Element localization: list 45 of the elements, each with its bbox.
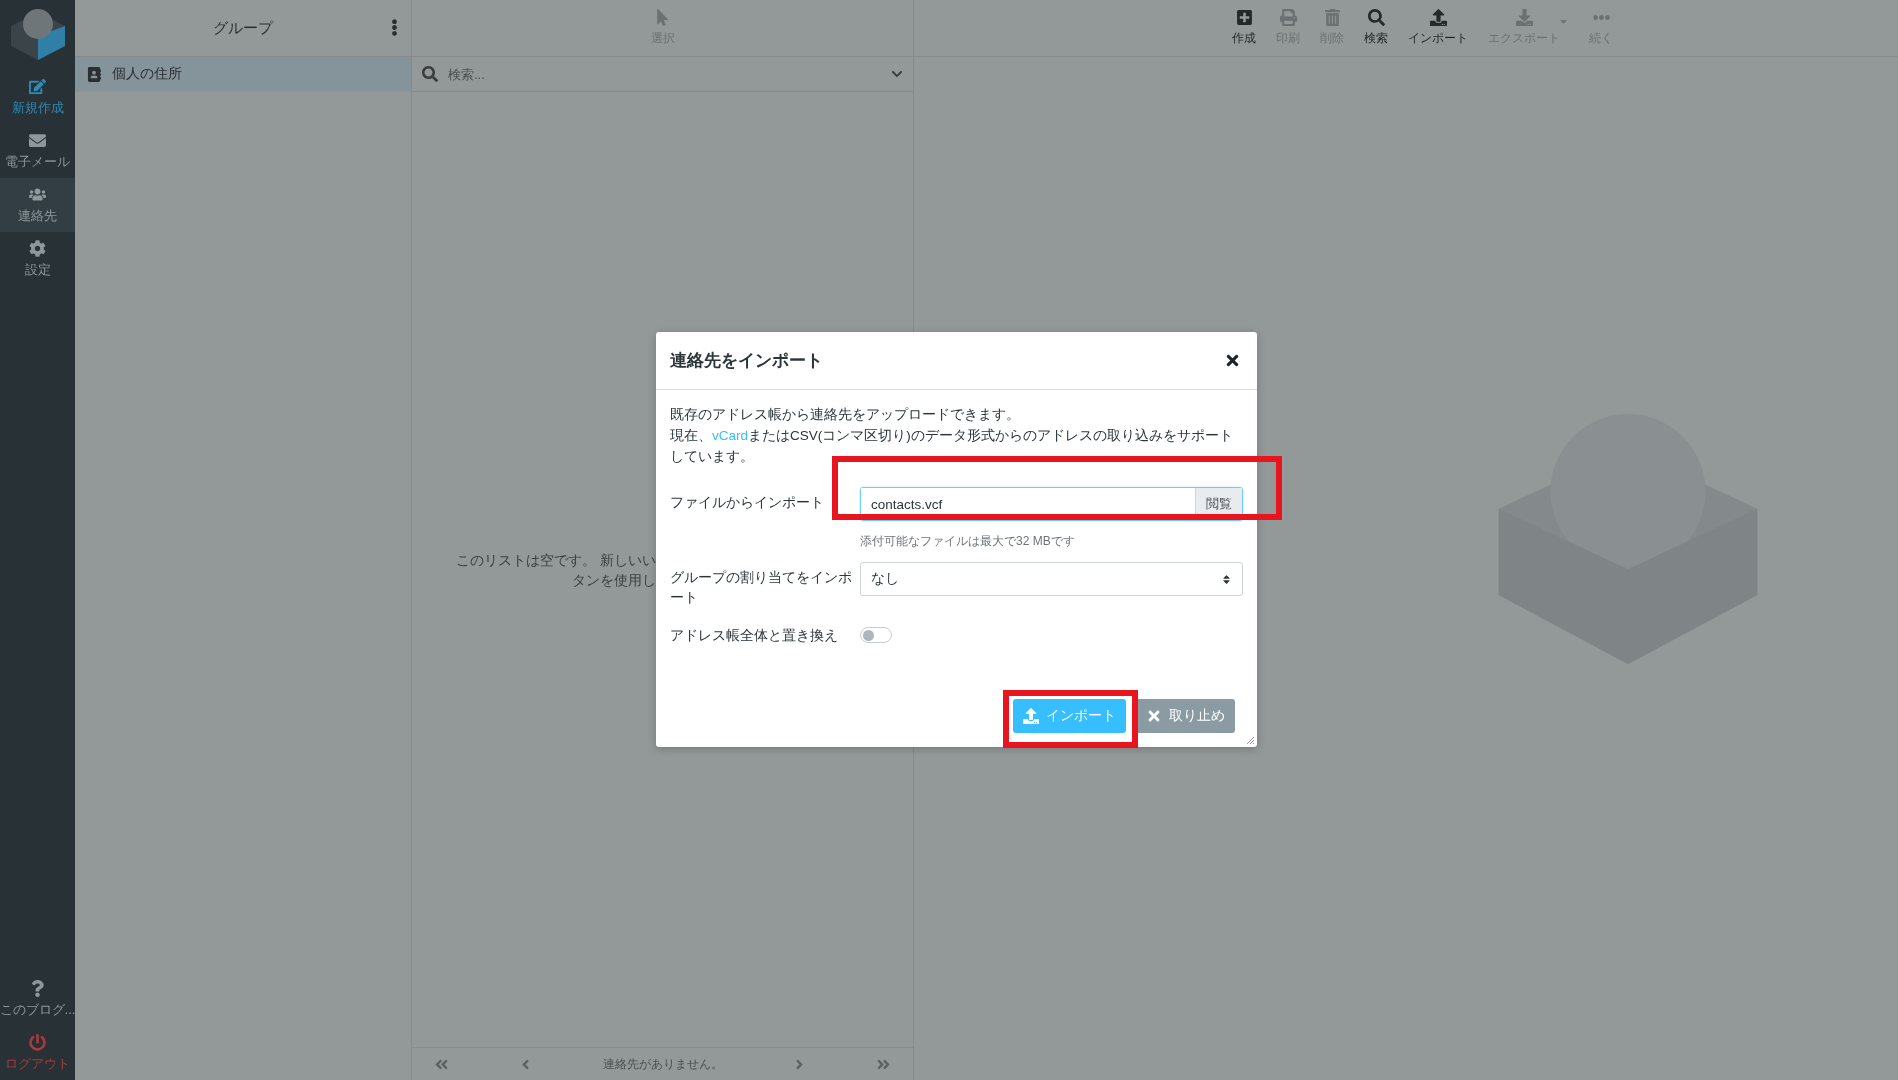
toolbar-button[interactable]: 検索	[1364, 9, 1388, 47]
search-field[interactable]: 検索...	[446, 65, 883, 83]
envelope-icon	[29, 132, 46, 149]
pointer-icon	[654, 9, 671, 26]
empty-list-text: タンを使用し	[572, 570, 656, 590]
empty-list-text: このリストは空です。 新しいい	[456, 550, 656, 570]
field-label: アドレス帳全体と置き換え	[670, 627, 839, 645]
nav-item[interactable]: 設定	[0, 232, 75, 286]
upload-icon	[1429, 9, 1447, 26]
upload-icon	[1023, 708, 1039, 724]
field-label: ファイルからインポート	[670, 494, 825, 512]
nav-item[interactable]: ログアウト	[0, 1026, 75, 1080]
import-button[interactable]: インポート	[1013, 699, 1126, 733]
address-book-icon	[87, 66, 102, 82]
group-item[interactable]: 個人の住所	[75, 57, 411, 92]
field-label: グループの割り当てをインポート	[670, 569, 853, 607]
sort-arrows-icon	[1221, 573, 1232, 585]
search-icon	[1367, 9, 1385, 26]
chevron-down-icon[interactable]	[891, 68, 903, 80]
nav-item[interactable]: このブログ...	[0, 972, 75, 1026]
intro-text: 既存のアドレス帳から連絡先をアップロードできます。 現在、vCard またはCSV(コンマ区切り)のデータ形式からのアドレスの取り込みをサポートしています。	[670, 406, 1234, 466]
nav-item[interactable]: 新規作成	[0, 70, 75, 124]
toolbar-button[interactable]: 作成	[1232, 9, 1256, 47]
resize-handle-icon[interactable]	[1246, 736, 1255, 745]
nav-item[interactable]: 電子メール	[0, 124, 75, 178]
file-size-hint: 添付可能なファイルは最大で32 MBです	[860, 533, 1076, 550]
power-icon	[29, 1034, 46, 1051]
pencil-icon	[29, 78, 46, 95]
cancel-button[interactable]: 取り止め	[1136, 699, 1235, 733]
nav-item[interactable]: 連絡先	[0, 178, 75, 232]
replace-toggle[interactable]	[860, 627, 892, 643]
dialog-title: 連絡先をインポート	[670, 350, 823, 372]
panel-title: グループ	[213, 18, 273, 38]
vcard-link[interactable]: vCard	[712, 428, 748, 443]
pager-status: 連絡先がありません。	[602, 1055, 723, 1073]
printer-icon	[1279, 9, 1297, 26]
trash-icon	[1323, 9, 1341, 26]
people-icon	[29, 186, 46, 203]
question-icon	[29, 980, 46, 997]
gear-icon	[29, 240, 46, 257]
download-icon	[1515, 9, 1533, 26]
group-select[interactable]: なし	[860, 562, 1243, 596]
close-icon	[1146, 708, 1162, 724]
search-icon	[422, 66, 438, 82]
toolbar-button[interactable]: インポート	[1408, 9, 1468, 47]
